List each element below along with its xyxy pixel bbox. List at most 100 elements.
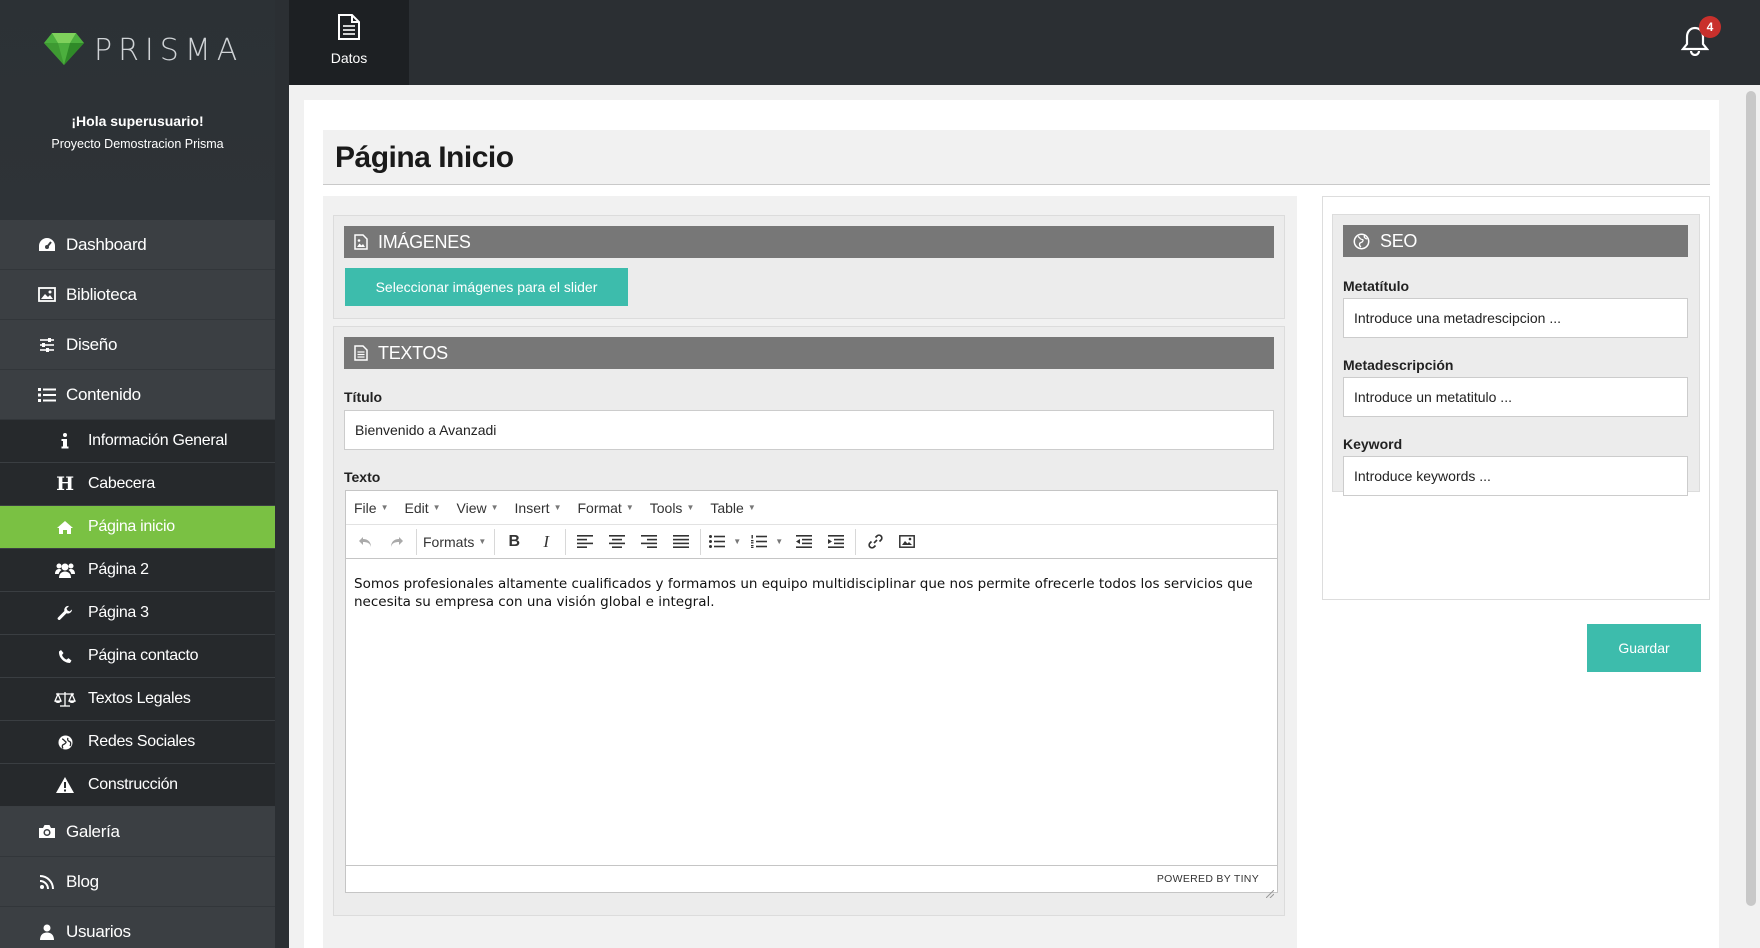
sidebar-subitem-label: Página 2: [88, 561, 149, 578]
image-icon: [34, 287, 60, 302]
greeting-text: ¡Hola superusuario!: [71, 113, 204, 129]
bullet-list-icon[interactable]: ▼: [707, 529, 743, 555]
imagenes-header: IMÁGENES: [344, 226, 1274, 258]
editor-menu-label: Table: [710, 499, 744, 516]
page-title: Página Inicio: [335, 141, 514, 174]
editor-menu-tools[interactable]: Tools ▼: [650, 500, 695, 516]
bold-icon[interactable]: B: [501, 529, 527, 555]
editor-menu-label: Edit: [404, 499, 429, 516]
editor-content[interactable]: Somos profesionales altamente cualificad…: [354, 575, 1269, 611]
sidebar-item-contenido[interactable]: Contenido: [0, 370, 275, 420]
image-icon: [354, 234, 368, 250]
indent-icon[interactable]: [823, 529, 849, 555]
sidebar-item-dashboard[interactable]: Dashboard: [0, 220, 275, 270]
undo-icon[interactable]: [352, 529, 378, 555]
outdent-icon[interactable]: [791, 529, 817, 555]
texto-label: Texto: [344, 469, 381, 485]
rich-text-editor: File ▼ Edit ▼ View ▼ Insert ▼ Format ▼ Tools ▼…: [345, 490, 1278, 899]
sidebar-subitem-construccion[interactable]: Construcción: [0, 764, 275, 807]
sidebar-subitem-label: Información General: [88, 432, 228, 449]
globe-icon: [52, 735, 78, 750]
titulo-input[interactable]: Bienvenido a Avanzadi: [344, 410, 1274, 450]
metatitulo-input[interactable]: Introduce una metadrescipcion ...: [1343, 298, 1688, 338]
seo-column: SEO Metatítulo Introduce una metadrescip…: [1322, 196, 1710, 672]
sidebar-subitem-cabecera[interactable]: H Cabecera: [0, 463, 275, 506]
insert-image-icon[interactable]: [894, 529, 920, 555]
phone-icon: [52, 649, 78, 664]
sidebar-subitem-pagina-inicio[interactable]: Página inicio: [0, 506, 275, 549]
sidebar-subitem-pagina-2[interactable]: Página 2: [0, 549, 275, 592]
resize-handle-icon[interactable]: [1265, 882, 1275, 899]
align-center-icon[interactable]: [604, 529, 630, 555]
brand-name: PRISMA: [94, 32, 244, 68]
align-left-icon[interactable]: [572, 529, 598, 555]
seo-title: SEO: [1380, 230, 1418, 251]
camera-icon: [34, 824, 60, 839]
numbered-list-icon[interactable]: ▼: [749, 529, 785, 555]
sidebar-item-label: Contenido: [66, 384, 141, 404]
sidebar-item-label: Dashboard: [66, 234, 147, 254]
page-scrollbar[interactable]: [1746, 91, 1756, 906]
sidebar: PRISMA ¡Hola superusuario! Proyecto Demo…: [0, 0, 275, 948]
select-slider-images-button[interactable]: Seleccionar imágenes para el slider: [345, 268, 628, 306]
powered-by-label[interactable]: POWERED BY TINY: [1157, 873, 1259, 885]
page-title-bar: Página Inicio: [323, 130, 1710, 185]
wrench-icon: [52, 605, 78, 621]
editor-menu-file[interactable]: File ▼: [354, 500, 388, 516]
titulo-label: Título: [344, 389, 383, 405]
editor-menu-insert[interactable]: Insert ▼: [515, 500, 562, 516]
italic-icon[interactable]: I: [533, 529, 559, 555]
redo-icon[interactable]: [384, 529, 410, 555]
metadescripcion-input[interactable]: Introduce un metatitulo ...: [1343, 377, 1688, 417]
document-icon: [337, 13, 361, 46]
caret-down-icon: ▼: [775, 537, 784, 546]
users-icon: [52, 562, 78, 578]
formats-dropdown[interactable]: Formats ▼: [423, 529, 486, 555]
sidebar-subitem-label: Cabecera: [88, 475, 155, 492]
link-icon[interactable]: [862, 529, 888, 555]
sidebar-item-label: Usuarios: [66, 921, 131, 941]
editor-menu-edit[interactable]: Edit ▼: [404, 500, 440, 516]
user-icon: [34, 924, 60, 940]
toolbar-separator: [416, 528, 417, 555]
logo[interactable]: PRISMA: [44, 30, 243, 70]
sidebar-item-usuarios[interactable]: Usuarios: [0, 907, 275, 948]
caret-down-icon: ▼: [733, 537, 742, 546]
user-greeting: ¡Hola superusuario! Proyecto Demostracio…: [0, 113, 275, 151]
align-right-icon[interactable]: [636, 529, 662, 555]
editor-menu-table[interactable]: Table ▼: [710, 500, 755, 516]
top-bar: Datos 4: [289, 0, 1760, 85]
tab-datos[interactable]: Datos: [289, 0, 409, 85]
sidebar-subitem-pagina-3[interactable]: Página 3: [0, 592, 275, 635]
keyword-input[interactable]: Introduce keywords ...: [1343, 456, 1688, 496]
textos-title: TEXTOS: [378, 342, 448, 363]
editor-menu-view[interactable]: View ▼: [457, 500, 499, 516]
notifications-badge[interactable]: 4: [1699, 16, 1721, 38]
caret-down-icon: ▼: [553, 503, 562, 512]
editor-menubar: File ▼ Edit ▼ View ▼ Insert ▼ Format ▼ Tools ▼…: [346, 491, 1277, 525]
home-icon: [52, 520, 78, 535]
textos-header: TEXTOS: [344, 337, 1274, 369]
dashboard-icon: [34, 237, 60, 253]
textos-panel: TEXTOS Título Bienvenido a Avanzadi Text…: [333, 326, 1285, 916]
editor-menu-format[interactable]: Format ▼: [577, 500, 633, 516]
toolbar-separator: [855, 528, 857, 555]
sidebar-item-diseno[interactable]: Diseño: [0, 320, 275, 370]
sidebar-item-galeria[interactable]: Galería: [0, 807, 275, 857]
sidebar-subitem-informacion-general[interactable]: Información General: [0, 420, 275, 463]
keyword-label: Keyword: [1343, 436, 1403, 452]
align-justify-icon[interactable]: [668, 529, 694, 555]
document-icon: [354, 345, 368, 361]
sidebar-item-biblioteca[interactable]: Biblioteca: [0, 270, 275, 320]
save-button[interactable]: Guardar: [1587, 624, 1701, 672]
sidebar-item-blog[interactable]: Blog: [0, 857, 275, 907]
sidebar-subitem-textos-legales[interactable]: Textos Legales: [0, 678, 275, 721]
warning-icon: [52, 777, 78, 793]
main-content: Página Inicio IMÁGENES Seleccionar imáge…: [289, 85, 1760, 948]
gem-icon: [44, 31, 84, 70]
metadescripcion-label: Metadescripción: [1343, 357, 1454, 373]
editor-menu-label: View: [456, 499, 487, 516]
sidebar-subitem-pagina-contacto[interactable]: Página contacto: [0, 635, 275, 678]
sidebar-item-label: Diseño: [66, 334, 118, 354]
sidebar-subitem-redes-sociales[interactable]: Redes Sociales: [0, 721, 275, 764]
